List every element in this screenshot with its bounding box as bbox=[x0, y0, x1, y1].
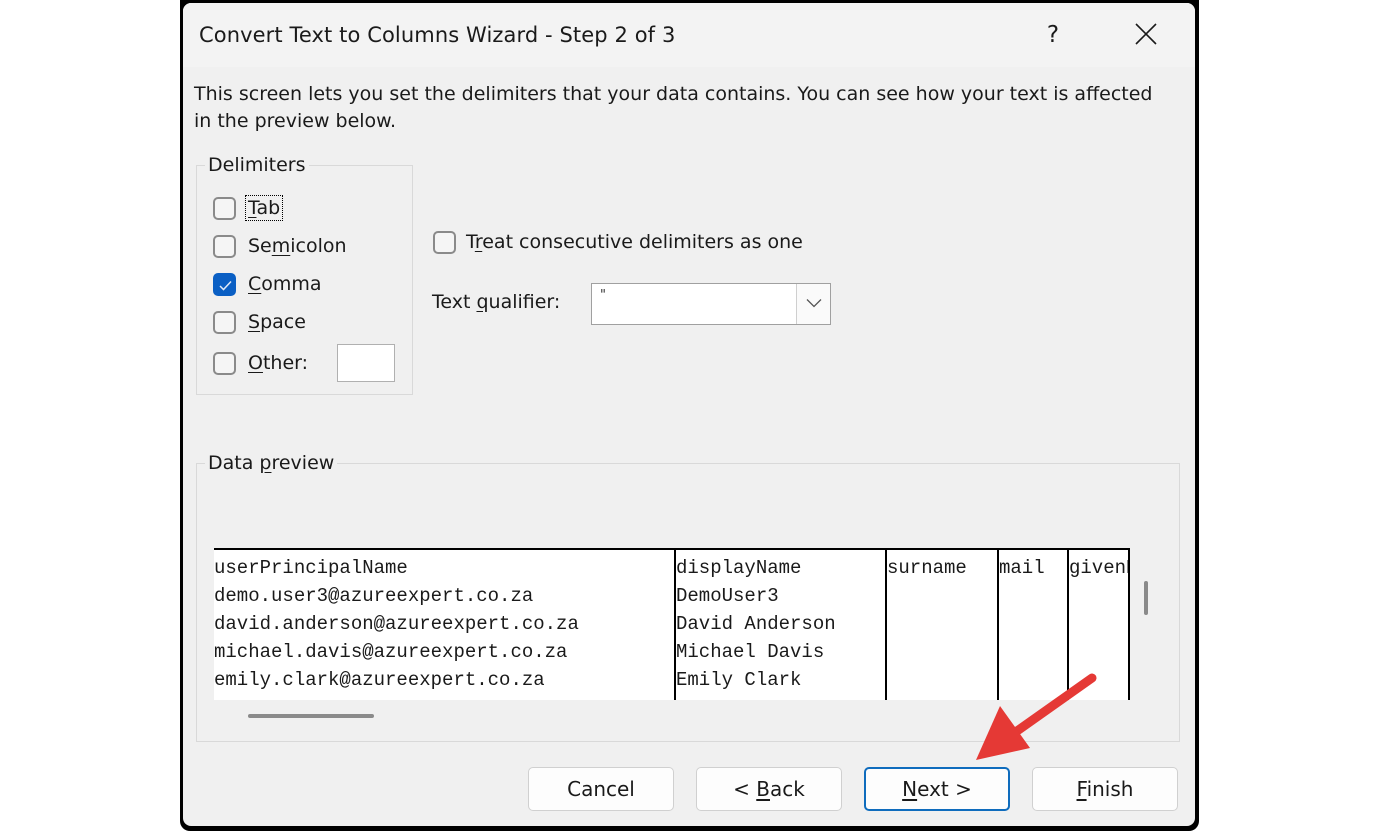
space-checkbox[interactable]: Space bbox=[213, 308, 307, 336]
label-text: omma bbox=[261, 273, 322, 295]
accelerator-key: O bbox=[248, 352, 263, 374]
cancel-button[interactable]: Cancel bbox=[528, 767, 674, 811]
dropdown-button[interactable] bbox=[796, 284, 830, 324]
tab-checkbox-label: Tab bbox=[244, 195, 284, 221]
accelerator-key: N bbox=[902, 777, 918, 801]
preview-column-2: displayName DemoUser3 David Anderson Mic… bbox=[676, 557, 836, 691]
label-text: pace bbox=[260, 311, 306, 333]
data-preview-label: Data preview bbox=[205, 452, 338, 474]
text-qualifier-dropdown[interactable]: " bbox=[591, 283, 831, 325]
label-text: review bbox=[271, 452, 335, 474]
instructions-text: This screen lets you set the delimiters … bbox=[194, 83, 1153, 132]
label-text: Se bbox=[248, 235, 272, 257]
label-text: < bbox=[733, 777, 757, 801]
label-text: ext > bbox=[917, 777, 972, 801]
preview-column-3: surname bbox=[887, 557, 967, 579]
comma-checkbox-label: Comma bbox=[247, 273, 323, 295]
vertical-scrollbar[interactable] bbox=[1144, 581, 1148, 615]
tab-checkbox[interactable]: Tab bbox=[213, 194, 284, 222]
accelerator-key: B bbox=[756, 777, 770, 801]
label-text: Text bbox=[432, 291, 477, 313]
label-text: ther: bbox=[262, 352, 309, 374]
semicolon-checkbox-box[interactable] bbox=[213, 234, 236, 258]
accelerator-key: m bbox=[271, 235, 291, 257]
title-bar: Convert Text to Columns Wizard - Step 2 … bbox=[183, 3, 1195, 67]
preview-column-1: userPrincipalName demo.user3@azureexpert… bbox=[214, 557, 579, 691]
treat-consecutive-checkbox-box[interactable] bbox=[433, 230, 456, 254]
space-checkbox-box[interactable] bbox=[213, 310, 236, 334]
semicolon-checkbox[interactable]: Semicolon bbox=[213, 232, 348, 260]
finish-button[interactable]: Finish bbox=[1032, 767, 1178, 811]
back-button[interactable]: < Back bbox=[696, 767, 842, 811]
horizontal-scrollbar[interactable] bbox=[248, 714, 374, 718]
comma-checkbox[interactable]: Comma bbox=[213, 270, 323, 298]
help-button[interactable]: ? bbox=[1028, 13, 1078, 57]
other-checkbox[interactable]: Other: bbox=[213, 349, 309, 377]
treat-consecutive-checkbox[interactable]: Treat consecutive delimiters as one bbox=[433, 228, 804, 256]
accelerator-key: C bbox=[248, 273, 262, 295]
treat-consecutive-label: Treat consecutive delimiters as one bbox=[465, 231, 804, 253]
label-text: Data bbox=[208, 452, 260, 474]
space-checkbox-label: Space bbox=[247, 311, 307, 333]
text-qualifier-value: " bbox=[600, 288, 606, 303]
label-text: T bbox=[466, 231, 475, 253]
column-break-line[interactable] bbox=[1128, 550, 1130, 700]
other-checkbox-box[interactable] bbox=[213, 351, 236, 375]
label-text: ack bbox=[770, 777, 805, 801]
accelerator-key: F bbox=[1076, 777, 1087, 801]
accelerator-key: S bbox=[248, 311, 261, 333]
other-delimiter-input[interactable] bbox=[337, 344, 395, 382]
other-checkbox-label: Other: bbox=[247, 352, 309, 374]
dialog-title: Convert Text to Columns Wizard - Step 2 … bbox=[199, 23, 676, 47]
data-preview-grid[interactable]: userPrincipalName demo.user3@azureexpert… bbox=[214, 548, 1130, 700]
text-qualifier-label: Text qualifier: bbox=[432, 291, 560, 313]
label-text: icolon bbox=[290, 235, 347, 257]
label-text: ab bbox=[256, 197, 281, 219]
checkmark-icon bbox=[219, 280, 232, 291]
label-text: inish bbox=[1086, 777, 1134, 801]
label-text: eat consecutive delimiters as one bbox=[482, 231, 803, 253]
next-button[interactable]: Next > bbox=[864, 767, 1010, 811]
data-preview-group: Data preview userPrincipalName demo.user… bbox=[196, 452, 1180, 742]
convert-text-to-columns-dialog: Convert Text to Columns Wizard - Step 2 … bbox=[183, 3, 1195, 826]
chevron-down-icon bbox=[806, 299, 822, 308]
comma-checkbox-box[interactable] bbox=[213, 272, 236, 296]
close-icon bbox=[1135, 23, 1157, 45]
accelerator-key: q bbox=[476, 291, 489, 313]
semicolon-checkbox-label: Semicolon bbox=[247, 235, 348, 257]
label-text: ualifier: bbox=[488, 291, 561, 313]
preview-column-4: mail bbox=[999, 557, 1045, 579]
accelerator-key: p bbox=[259, 452, 272, 474]
delimiters-group-label: Delimiters bbox=[205, 154, 309, 176]
preview-column-5: givenName bbox=[1069, 557, 1128, 579]
tab-checkbox-box[interactable] bbox=[213, 196, 236, 220]
close-button[interactable] bbox=[1121, 13, 1171, 57]
